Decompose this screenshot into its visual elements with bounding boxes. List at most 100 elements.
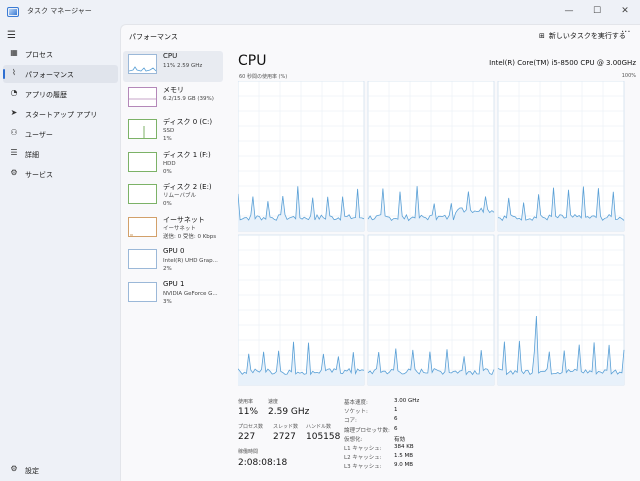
device-name: ディスク 2 (E:) — [163, 183, 212, 191]
handles-value: 105158 — [306, 432, 341, 442]
device-detail: Intel(R) UHD Grap... 2% — [163, 257, 218, 273]
device-item[interactable]: ディスク 2 (E:) リムーバブル 0% — [123, 181, 223, 212]
sidebar-item-services[interactable]: ⚙ サービス — [3, 165, 118, 183]
page-title: パフォーマンス — [129, 33, 178, 41]
sidebar-item-performance[interactable]: ⌇ パフォーマンス — [3, 65, 118, 83]
device-detail-line-1: 6.2/15.9 GB (39%) — [163, 95, 214, 102]
device-item[interactable]: ディスク 0 (C:) SSD 1% — [123, 116, 223, 147]
logical-processor-graph — [367, 234, 495, 386]
sidebar-item-label: アプリの履歴 — [25, 91, 67, 99]
device-item[interactable]: GPU 1 NVIDIA GeForce G... 3% — [123, 279, 223, 310]
logical-processor-graph — [238, 234, 365, 386]
device-detail-line-1: イーサネット — [163, 225, 196, 232]
usage-label: 使用率 — [238, 399, 254, 405]
spec-value: 1.5 MB — [394, 453, 414, 460]
device-name: ディスク 1 (F:) — [163, 150, 211, 159]
spec-value: 1 — [394, 407, 398, 414]
users-icon: ⚇ — [10, 128, 18, 137]
hamburger-menu-icon[interactable]: ☰ — [7, 30, 16, 41]
sidebar-item-label: サービス — [25, 171, 53, 179]
more-options-button[interactable]: ··· — [621, 27, 631, 38]
uptime-label: 稼働時間 — [238, 449, 259, 455]
sidebar-item-grid[interactable]: ▦ プロセス — [3, 45, 118, 63]
spec-label: 基本速度: — [344, 400, 368, 406]
graph-label: 60 秒間の使用率 (%) — [239, 74, 288, 80]
device-name: GPU 0 — [163, 247, 185, 255]
grid-icon: ▦ — [10, 48, 18, 57]
device-thumbnail — [128, 86, 157, 107]
device-thumbnail — [128, 216, 157, 237]
sidebar-item-label: ユーザー — [25, 131, 53, 139]
sidebar-item-label: プロセス — [25, 51, 53, 59]
sidebar: ☰ ▦ プロセス ⌇ パフォーマンス ◔ アプリの履歴 ➤ スタートアップ アプリ ⚇ ユーザー ☰… — [0, 24, 120, 481]
threads-value: 2727 — [273, 432, 296, 442]
cpu-usage-graphs — [238, 81, 625, 386]
device-thumbnail — [128, 184, 157, 204]
device-item[interactable]: GPU 0 Intel(R) UHD Grap... 2% — [123, 246, 223, 277]
spec-label: L2 キャッシュ: — [344, 455, 382, 462]
close-button[interactable]: ✕ — [612, 2, 638, 20]
spec-value: 9.0 MB — [394, 462, 414, 469]
task-manager-icon — [7, 7, 19, 17]
run-new-task-button[interactable]: ⊞ 新しいタスクを実行する — [539, 31, 626, 41]
sidebar-item-label: 詳細 — [25, 151, 39, 159]
device-item[interactable]: イーサネット イーサネット 送信: 0 受信: 0 Kbps — [123, 214, 223, 245]
spec-label: コア: — [344, 418, 357, 425]
device-name: GPU 1 — [163, 279, 185, 288]
logical-processor-graph — [367, 81, 495, 232]
services-icon: ⚙ — [10, 168, 18, 177]
device-thumbnail — [128, 249, 157, 269]
logical-processor-graph — [497, 234, 625, 386]
device-detail-line-2: 0% — [163, 201, 172, 207]
performance-icon: ⌇ — [12, 68, 16, 77]
sidebar-item-label: パフォーマンス — [25, 71, 74, 79]
device-detail: リムーバブル 0% — [163, 192, 196, 208]
device-item[interactable]: CPU 11% 2.59 GHz — [123, 51, 223, 82]
sidebar-item-list[interactable]: ☰ 詳細 — [3, 145, 118, 163]
sidebar-item-users[interactable]: ⚇ ユーザー — [3, 125, 118, 143]
cpu-detail-pane: CPU Intel(R) Core(TM) i5-8500 CPU @ 3.00… — [226, 51, 636, 481]
spec-label: ソケット: — [344, 409, 368, 416]
maximize-button[interactable]: ☐ — [584, 2, 610, 20]
device-detail: 6.2/15.9 GB (39%) — [163, 95, 214, 103]
device-thumbnail — [128, 151, 157, 172]
device-thumbnail — [128, 119, 157, 139]
device-detail: SSD 1% — [163, 127, 174, 143]
minimize-button[interactable]: — — [556, 2, 582, 20]
device-thumbnail — [128, 281, 157, 302]
device-detail-line-2: 3% — [163, 298, 172, 305]
device-detail-line-1: 11% 2.59 GHz — [163, 63, 203, 69]
device-detail-line-2: 2% — [163, 266, 172, 272]
gear-icon: ⚙ — [10, 464, 18, 473]
device-detail-line-2: 0% — [163, 168, 172, 175]
device-thumbnail — [128, 54, 157, 74]
device-detail: イーサネット 送信: 0 受信: 0 Kbps — [163, 225, 216, 241]
spec-value: 3.00 GHz — [394, 398, 420, 404]
speed-label: 速度 — [268, 399, 279, 405]
cpu-model: Intel(R) Core(TM) i5-8500 CPU @ 3.00GHz — [489, 59, 636, 67]
startup-icon: ➤ — [10, 108, 18, 117]
sidebar-item-label: 設定 — [25, 467, 39, 475]
spec-value: 6 — [394, 416, 398, 423]
processes-label: プロセス数 — [238, 424, 264, 430]
device-name: メモリ — [163, 85, 184, 94]
device-name: ディスク 0 (C:) — [163, 118, 213, 126]
uptime-value: 2:08:08:18 — [238, 458, 288, 468]
device-item[interactable]: ディスク 1 (F:) HDD 0% — [123, 149, 223, 180]
sidebar-item-settings[interactable]: ⚙ 設定 — [3, 461, 118, 479]
handles-label: ハンドル数 — [306, 424, 332, 430]
device-item[interactable]: メモリ 6.2/15.9 GB (39%) — [123, 84, 223, 115]
logical-processor-graph — [238, 81, 365, 232]
window-title: タスク マネージャー — [27, 7, 92, 15]
run-task-icon: ⊞ — [539, 32, 545, 40]
sidebar-item-history[interactable]: ◔ アプリの履歴 — [3, 85, 118, 103]
sidebar-item-startup[interactable]: ➤ スタートアップ アプリ — [3, 105, 118, 123]
speed-value: 2.59 GHz — [268, 407, 310, 417]
device-detail: HDD 0% — [163, 160, 176, 176]
device-detail-line-1: HDD — [163, 160, 176, 167]
spec-label: 論理プロセッサ数: — [344, 427, 390, 434]
spec-value: 384 KB — [394, 444, 414, 450]
logical-processor-graph — [497, 81, 625, 232]
title-bar: タスク マネージャー — ☐ ✕ — [0, 0, 640, 24]
run-task-label: 新しいタスクを実行する — [548, 32, 626, 40]
